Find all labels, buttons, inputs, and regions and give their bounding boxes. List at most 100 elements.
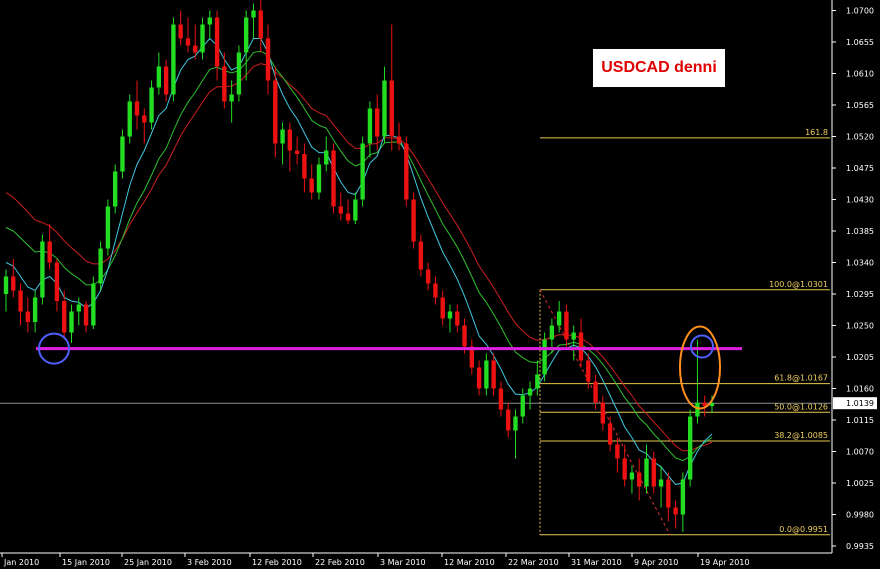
candle-down (163, 59, 169, 102)
candle-body (69, 311, 74, 333)
candle-down (83, 301, 89, 333)
candle-up (687, 409, 693, 487)
candle-body (214, 17, 220, 67)
y-tick-label: 1.0700 (846, 7, 874, 16)
candle-body (11, 276, 16, 291)
candle-body (462, 325, 467, 347)
candle-body (98, 248, 103, 284)
candle-down (214, 10, 220, 81)
candle-body (134, 101, 140, 116)
candle-down (134, 80, 140, 130)
candle-up (40, 234, 45, 305)
highlight-ellipse (679, 325, 721, 410)
y-tick-label: 1.0475 (846, 164, 874, 173)
y-tick-label: 1.0295 (846, 290, 874, 299)
candle-up (244, 10, 249, 81)
x-tick-label: 15 Jan 2010 (62, 558, 110, 567)
candle-down (331, 143, 336, 214)
candle-body (316, 164, 322, 193)
candle-up (112, 164, 118, 214)
candle-up (127, 94, 132, 144)
candle-up (32, 290, 38, 333)
y-tick-label: 1.0025 (846, 479, 874, 488)
candle-body (105, 206, 111, 249)
candle-up (207, 10, 212, 39)
candle-up (69, 304, 74, 343)
candle-body (251, 10, 256, 18)
candle-body (637, 472, 642, 487)
candle-body (345, 213, 351, 221)
candle-down (302, 143, 307, 193)
candle-body (236, 52, 242, 95)
candle-down (498, 381, 504, 417)
candle-up (236, 45, 242, 102)
candle-down (265, 24, 271, 95)
candle-body (484, 360, 489, 389)
candle-body (586, 360, 591, 382)
x-tick-label: 3 Feb 2010 (187, 558, 232, 567)
candle-body (25, 311, 31, 322)
candle-body (32, 297, 38, 322)
candle-up (3, 269, 9, 312)
candle-body (18, 290, 23, 312)
candle-down (476, 360, 482, 396)
candle-up (353, 192, 358, 224)
y-tick-label: 1.0610 (846, 70, 874, 79)
y-tick-label: 1.0115 (846, 416, 874, 425)
candle-body (564, 311, 569, 340)
candle-body (338, 206, 343, 214)
candle-up (316, 157, 322, 200)
candle-down (142, 108, 147, 144)
chart-title-box: USDCAD denni (593, 49, 725, 87)
candle-up (98, 241, 103, 291)
candle-body (302, 154, 307, 179)
candle-body (542, 339, 547, 375)
candle-down (396, 122, 402, 151)
candle-down (651, 451, 656, 494)
candle-body (527, 388, 533, 396)
y-tick-label: 0.9935 (846, 542, 874, 551)
candle-body (382, 80, 387, 137)
candle-body (265, 38, 271, 81)
candle-down (637, 458, 642, 501)
candle-body (571, 332, 576, 340)
candle-body (418, 241, 424, 270)
candle-body (658, 479, 664, 487)
candle-down (433, 276, 438, 305)
candle-down (666, 472, 671, 522)
candle-up (367, 101, 373, 158)
candle-body (622, 458, 627, 480)
candle-up (200, 17, 205, 60)
candle-body (593, 381, 598, 403)
candle-body (200, 24, 205, 53)
candle-body (375, 108, 380, 137)
candle-body (120, 136, 125, 172)
candle-body (411, 199, 416, 242)
candle-body (171, 24, 176, 95)
candle-down (673, 500, 678, 529)
candle-body (156, 66, 162, 88)
candle-body (331, 150, 336, 207)
candle-body (491, 360, 496, 389)
chart-root: 1.0700 1.0655 1.0610 1.0565 1.0520 1.0475 1.04… (0, 0, 880, 569)
candle-down (178, 10, 183, 46)
candle-body (142, 115, 147, 123)
candle-up (542, 332, 547, 382)
candle-body (273, 80, 278, 144)
candle-up (644, 444, 649, 494)
candle-body (112, 171, 118, 207)
candle-down (600, 395, 606, 431)
candle-body (687, 416, 693, 480)
candle-body (294, 150, 300, 154)
candle-down (54, 259, 60, 312)
y-tick-label: 1.0205 (846, 353, 874, 362)
y-tick-label: 1.0250 (846, 322, 874, 331)
candle-body (127, 101, 132, 137)
candle-down (287, 122, 293, 172)
candle-up (695, 339, 700, 424)
candle-body (600, 402, 606, 424)
candle-body (207, 17, 212, 25)
candle-up (382, 66, 387, 144)
candle-up (156, 52, 162, 95)
y-tick-label: 1.0160 (846, 385, 874, 394)
